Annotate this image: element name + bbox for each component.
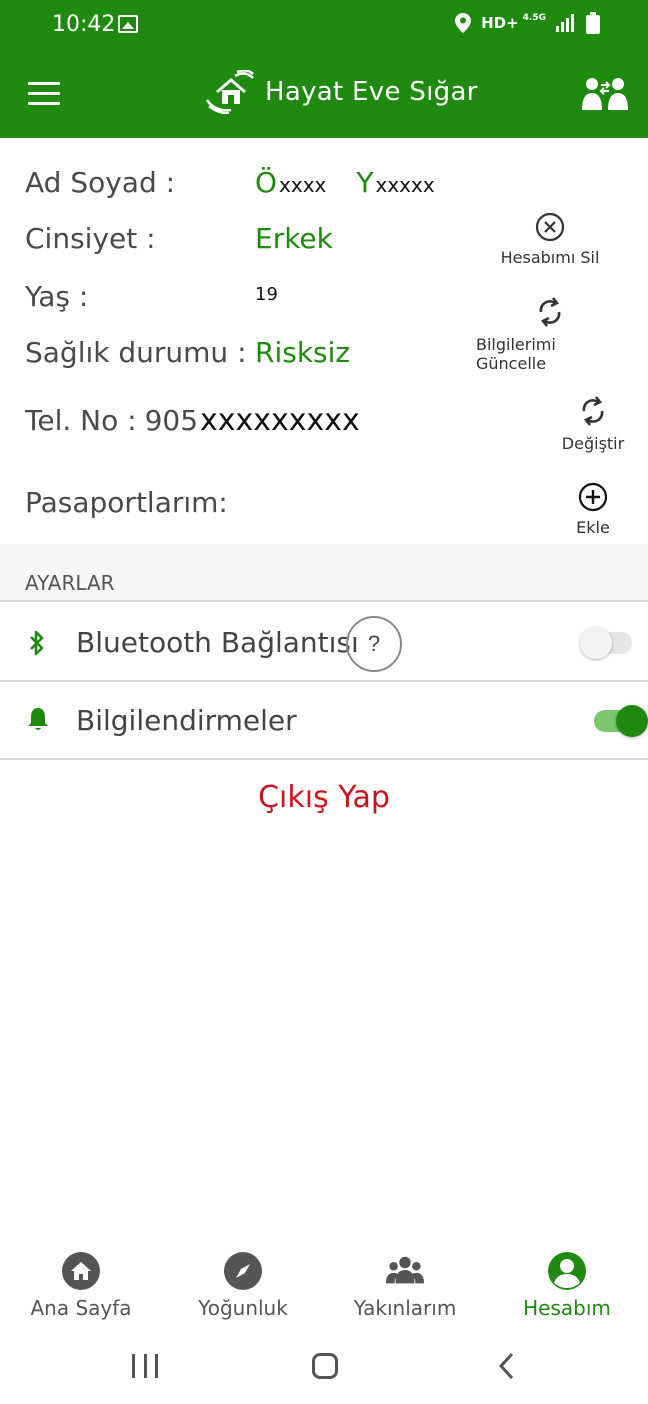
app-bar: Hayat Eve Sığar: [0, 52, 648, 138]
network-sub: 4.5G: [522, 13, 546, 23]
update-info-label: Bilgilerimi Güncelle: [476, 335, 556, 373]
passports-label: Pasaportlarım:: [25, 486, 228, 519]
nav-account[interactable]: Hesabım: [486, 1240, 648, 1328]
gallery-notification-icon: [118, 15, 138, 33]
first-name-rest: xxxx: [279, 173, 327, 197]
refresh-icon: [539, 297, 561, 327]
name-label: Ad Soyad :: [25, 166, 176, 199]
last-name-initial: Y: [356, 166, 374, 199]
back-button[interactable]: [498, 1352, 516, 1380]
notifications-setting-row: Bilgilendirmeler: [0, 682, 648, 760]
house-hands-logo-icon: [205, 70, 254, 114]
nav-relatives-label: Yakınlarım: [353, 1296, 457, 1320]
menu-icon: [28, 82, 60, 85]
plus-circle-icon: [578, 482, 608, 512]
name-value: Ö xxxx Y xxxxx: [255, 166, 435, 199]
settings-header-label: AYARLAR: [25, 571, 115, 595]
logout-button[interactable]: Çıkış Yap: [0, 780, 648, 815]
phone-row: Tel. No : 905 xxxxxxxxx: [25, 403, 360, 438]
phone-masked: xxxxxxxxx: [200, 403, 360, 438]
account-icon: [548, 1252, 586, 1290]
age-row: Yaş :: [25, 280, 88, 313]
age-label: Yaş :: [25, 280, 89, 313]
health-value-wrap: Risksiz: [255, 336, 350, 369]
gender-value-wrap: Erkek: [255, 222, 333, 255]
gender-row: Cinsiyet :: [25, 222, 156, 255]
first-name-initial: Ö: [255, 166, 278, 199]
passports-row: Pasaportlarım:: [25, 486, 228, 519]
app-title-group: Hayat Eve Sığar: [205, 70, 478, 114]
bluetooth-label: Bluetooth Bağlantısı: [76, 626, 359, 659]
nav-density-label: Yoğunluk: [198, 1296, 288, 1320]
nav-account-label: Hesabım: [523, 1296, 611, 1320]
notifications-label: Bilgilendirmeler: [76, 704, 297, 737]
gender-value: Erkek: [255, 222, 333, 255]
top-bar: 10:42 HD+ 4.5G Hayat Eve Sığar: [0, 0, 648, 138]
change-phone-button[interactable]: Değiştir: [556, 394, 630, 453]
switch-user-button[interactable]: [582, 76, 628, 112]
signal-icon: [556, 14, 574, 32]
name-row: Ad Soyad :: [25, 166, 175, 199]
switch-users-icon: [582, 78, 628, 110]
phone-prefix: 905: [144, 404, 199, 437]
close-circle-icon: [535, 212, 565, 242]
phone-label: Tel. No :: [25, 404, 137, 437]
health-value: Risksiz: [255, 336, 351, 369]
change-phone-label: Değiştir: [561, 434, 625, 453]
add-passport-button[interactable]: Ekle: [564, 482, 622, 537]
nav-home-label: Ana Sayfa: [30, 1296, 132, 1320]
recent-apps-button[interactable]: [132, 1354, 158, 1378]
delete-account-button[interactable]: Hesabımı Sil: [500, 212, 600, 267]
refresh-icon: [582, 396, 604, 426]
compass-icon: [224, 1252, 262, 1290]
status-time: 10:42: [52, 12, 116, 37]
health-row: Sağlık durumu :: [25, 336, 247, 369]
status-bar: 10:42 HD+ 4.5G: [0, 0, 648, 52]
network-type: HD+: [481, 14, 519, 32]
group-icon: [386, 1252, 424, 1290]
battery-icon: [586, 12, 600, 34]
app-title: Hayat Eve Sığar: [265, 77, 478, 107]
last-name-rest: xxxxx: [375, 173, 435, 197]
delete-account-label: Hesabımı Sil: [500, 248, 600, 267]
settings-header: AYARLAR: [0, 544, 648, 602]
bluetooth-setting-row: Bluetooth Bağlantısı ?: [0, 604, 648, 682]
system-nav-bar: [0, 1330, 648, 1404]
toggle-knob: [616, 705, 648, 737]
home-icon: [62, 1252, 100, 1290]
add-passport-label: Ekle: [576, 518, 610, 537]
age-value-wrap: 19: [255, 284, 278, 305]
menu-button[interactable]: [28, 82, 60, 106]
bell-icon: [28, 708, 48, 730]
system-home-button[interactable]: [312, 1353, 338, 1379]
gender-label: Cinsiyet :: [25, 222, 156, 255]
nav-density[interactable]: Yoğunluk: [162, 1240, 324, 1328]
nav-home[interactable]: Ana Sayfa: [0, 1240, 162, 1328]
nav-relatives[interactable]: Yakınlarım: [324, 1240, 486, 1328]
bluetooth-toggle[interactable]: [580, 627, 632, 659]
status-right: HD+ 4.5G: [455, 12, 600, 34]
bluetooth-help-button[interactable]: ?: [346, 616, 402, 672]
health-label: Sağlık durumu :: [25, 336, 247, 369]
notifications-toggle[interactable]: [594, 705, 648, 737]
age-value: 19: [255, 284, 278, 305]
location-icon: [455, 13, 472, 33]
update-info-button[interactable]: Bilgilerimi Güncelle: [476, 295, 624, 373]
toggle-knob: [580, 627, 612, 659]
help-icon: ?: [367, 631, 381, 656]
bottom-nav: Ana Sayfa Yoğunluk Yakınlarım Hesabım: [0, 1240, 648, 1328]
bluetooth-icon: [30, 630, 44, 656]
